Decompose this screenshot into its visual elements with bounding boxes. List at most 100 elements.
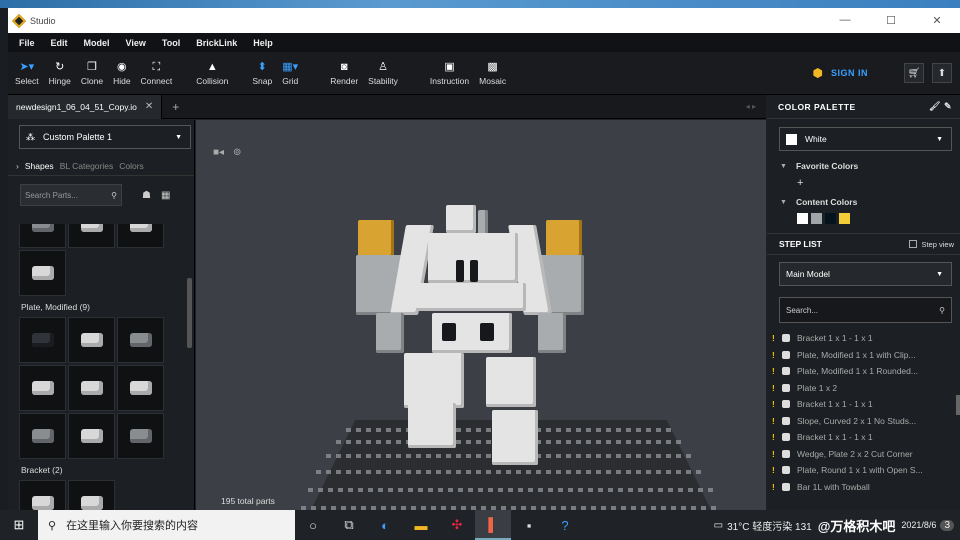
part-tile[interactable]: [19, 365, 66, 411]
palette-name: Custom Palette 1: [43, 132, 113, 142]
close-button[interactable]: ✕: [914, 14, 960, 27]
paint-tools-icon[interactable]: 🖌︎ ✎: [929, 101, 952, 112]
tab-bl-categories[interactable]: BL Categories: [60, 161, 114, 171]
part-tile[interactable]: [68, 413, 115, 459]
step-item[interactable]: ! Plate 1 x 2: [767, 380, 960, 397]
content-swatch-white[interactable]: [797, 213, 808, 224]
step-search-placeholder: Search...: [786, 305, 819, 315]
camera-icon[interactable]: ■◂: [213, 147, 224, 158]
favorite-colors-toggle[interactable]: ▼ Favorite Colors: [767, 161, 960, 171]
step-view-toggle[interactable]: Step view: [909, 240, 954, 249]
clock[interactable]: 2021/8/6: [901, 520, 936, 530]
color-select[interactable]: White ▼: [779, 127, 952, 151]
document-tab[interactable]: newdesign1_06_04_51_Copy.io ✕: [8, 94, 163, 119]
part-tile[interactable]: [68, 317, 115, 363]
3d-viewport[interactable]: ■◂ ⊚ 195 total parts: [196, 120, 766, 518]
taskbar-search-input[interactable]: ⚲ 在这里输入你要搜索的内容: [38, 510, 295, 540]
clone-tool-button[interactable]: ❐ Clone: [76, 53, 108, 93]
model-select[interactable]: Main Model ▼: [779, 262, 952, 286]
step-item[interactable]: ! Plate, Modified 1 x 1 with Clip...: [767, 347, 960, 364]
grid-tool-button[interactable]: ▦▾ Grid: [277, 53, 303, 93]
mech-model[interactable]: [346, 205, 606, 465]
menu-file[interactable]: File: [19, 38, 35, 48]
stability-tool-button[interactable]: ♙ Stability: [363, 53, 403, 93]
connect-tool-button[interactable]: ⛶ Connect: [136, 53, 178, 93]
render-tool-button[interactable]: ◙ Render: [325, 53, 363, 93]
help-icon[interactable]: ?: [547, 510, 583, 540]
minimize-button[interactable]: —: [822, 14, 868, 27]
step-list-scrollbar[interactable]: [956, 395, 960, 415]
tab-colors[interactable]: Colors: [119, 161, 144, 171]
orbit-icon[interactable]: ⊚: [233, 147, 241, 158]
step-item[interactable]: ! Bracket 1 x 1 - 1 x 1: [767, 330, 960, 347]
hinge-tool-button[interactable]: ↻ Hinge: [44, 53, 76, 93]
menu-tool[interactable]: Tool: [162, 38, 180, 48]
part-tile[interactable]: [19, 413, 66, 459]
part-tile[interactable]: [117, 224, 164, 248]
task-view-icon[interactable]: ⧉: [331, 510, 367, 540]
notification-badge[interactable]: 3: [940, 519, 954, 531]
step-item[interactable]: ! Slope, Curved 2 x 1 No Studs...: [767, 413, 960, 430]
menu-model[interactable]: Model: [84, 38, 110, 48]
palette-select[interactable]: ⁂ Custom Palette 1 ▼: [19, 125, 191, 149]
tab-shapes[interactable]: Shapes: [25, 161, 54, 171]
part-tile[interactable]: [19, 317, 66, 363]
parts-scrollbar[interactable]: [187, 278, 192, 348]
part-tile[interactable]: [68, 365, 115, 411]
collision-tool-button[interactable]: ▲ Collision: [191, 53, 233, 93]
part-tile[interactable]: [19, 224, 66, 248]
color-swatch: [786, 133, 797, 145]
step-item[interactable]: ! Plate, Round 1 x 1 with Open S...: [767, 462, 960, 479]
taskbar-search-placeholder: 在这里输入你要搜索的内容: [66, 520, 199, 532]
studio-taskbar-icon[interactable]: ▌: [475, 510, 511, 540]
part-image: [31, 266, 54, 280]
select-tool-button[interactable]: ➤▾ Select: [10, 53, 44, 93]
menu-help[interactable]: Help: [253, 38, 273, 48]
step-item[interactable]: ! Bar 1L with Towball: [767, 479, 960, 496]
snap-tool-button[interactable]: ⬍ Snap: [247, 53, 277, 93]
taskbar-app-icon[interactable]: ▪: [511, 510, 547, 540]
upload-icon[interactable]: ⬆: [932, 63, 952, 83]
mosaic-tool-button[interactable]: ▩ Mosaic: [474, 53, 511, 93]
parts-search-input[interactable]: Search Parts... ⚲: [20, 184, 122, 206]
grid-view-icon[interactable]: ▦: [161, 190, 170, 201]
menu-edit[interactable]: Edit: [51, 38, 68, 48]
part-tile[interactable]: [68, 224, 115, 248]
sign-in-link[interactable]: SIGN IN: [831, 68, 868, 78]
brick-view-icon[interactable]: ☗: [142, 190, 151, 201]
content-swatch-yellow[interactable]: [839, 213, 850, 224]
part-tile[interactable]: [117, 365, 164, 411]
part-icon: [782, 449, 790, 458]
section-plate-modified[interactable]: Plate, Modified (9): [19, 296, 179, 317]
step-item[interactable]: ! Plate, Modified 1 x 1 Rounded...: [767, 363, 960, 380]
content-swatch-black[interactable]: [825, 213, 836, 224]
edge-browser-icon[interactable]: ◐: [367, 510, 403, 540]
tab-nav-arrows-icon[interactable]: ◂ ▸: [746, 102, 756, 111]
maximize-button[interactable]: ☐: [868, 14, 914, 27]
cortana-icon[interactable]: ○: [295, 510, 331, 540]
file-explorer-icon[interactable]: ▬: [403, 510, 439, 540]
windows-start-icon[interactable]: ⊞: [0, 517, 38, 533]
step-item[interactable]: ! Bracket 1 x 1 - 1 x 1: [767, 429, 960, 446]
tab-close-icon[interactable]: ✕: [145, 101, 153, 112]
menu-bricklink[interactable]: BrickLink: [196, 38, 237, 48]
step-item[interactable]: ! Wedge, Plate 2 x 2 Cut Corner: [767, 446, 960, 463]
step-item[interactable]: ! Bracket 1 x 1 - 1 x 1: [767, 396, 960, 413]
part-image: [129, 429, 152, 443]
part-tile[interactable]: [19, 250, 66, 296]
app-icon[interactable]: ✣: [439, 510, 475, 540]
instruction-tool-button[interactable]: ▣ Instruction: [425, 53, 474, 93]
content-colors-toggle[interactable]: ▼ Content Colors: [767, 197, 960, 207]
head: [446, 205, 476, 233]
menu-view[interactable]: View: [126, 38, 146, 48]
step-search-input[interactable]: Search... ⚲: [779, 297, 952, 323]
weather-status[interactable]: 31°C 轻度污染 131: [727, 518, 812, 533]
new-tab-icon[interactable]: +: [172, 100, 179, 114]
part-tile[interactable]: [117, 317, 164, 363]
add-favorite-icon[interactable]: +: [767, 177, 960, 189]
content-swatch-gray[interactable]: [811, 213, 822, 224]
part-tile[interactable]: [117, 413, 164, 459]
section-bracket[interactable]: Bracket (2): [19, 459, 179, 480]
hide-tool-button[interactable]: ◉ Hide: [108, 53, 135, 93]
cart-icon[interactable]: 🛒︎: [904, 63, 924, 83]
